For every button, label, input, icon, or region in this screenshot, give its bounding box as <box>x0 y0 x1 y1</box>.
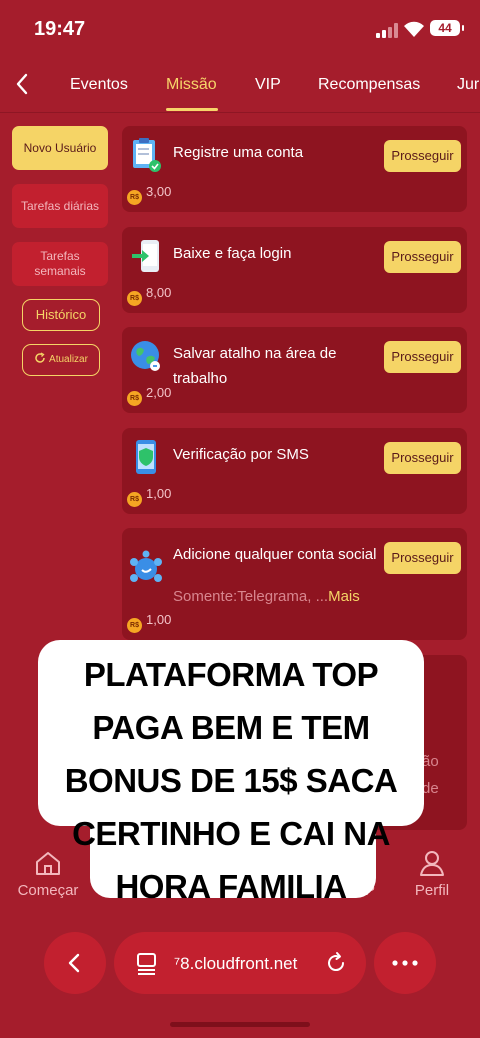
partial-card-text: de <box>422 780 439 797</box>
reward-value: 1,00 <box>146 486 172 501</box>
reward-value: 1,00 <box>146 612 172 627</box>
prosseguir-button[interactable]: Prosseguir <box>384 241 461 273</box>
url-text: ⁷8.cloudfront.net <box>174 954 298 973</box>
coin-icon: R$ <box>127 391 142 406</box>
tab-juros[interactable]: Jur <box>457 76 479 94</box>
more-dots-icon <box>392 960 418 966</box>
coin-icon: R$ <box>127 291 142 306</box>
task-subtitle-text: Somente:Telegrama, ... <box>173 588 329 605</box>
task-title: Baixe e faça login <box>173 245 292 262</box>
back-arrow-icon[interactable] <box>10 70 34 98</box>
prosseguir-button[interactable]: Prosseguir <box>384 140 461 172</box>
historico-button[interactable]: Histórico <box>22 299 100 331</box>
browser-more-button[interactable] <box>374 932 436 994</box>
reward-value: 3,00 <box>146 184 172 199</box>
browser-back-button[interactable] <box>44 932 106 994</box>
reload-icon[interactable] <box>324 951 348 975</box>
atualizar-button[interactable]: Atualizar <box>22 344 100 376</box>
phone-download-icon <box>132 240 159 272</box>
task-reward: R$ 1,00 <box>127 612 171 633</box>
prosseguir-button[interactable]: Prosseguir <box>384 341 461 373</box>
task-card: Baixe e faça login Prosseguir R$ 8,00 <box>122 227 467 313</box>
task-title: Registre uma conta <box>173 144 304 161</box>
refresh-icon <box>35 352 45 363</box>
task-reward: R$ 1,00 <box>127 486 171 507</box>
task-card: Registre uma conta Prosseguir R$ 3,00 <box>122 126 467 212</box>
task-title: Adicione qualquer conta social <box>173 546 377 563</box>
status-bar: 19:47 44 <box>0 0 480 58</box>
partial-card-text: ão <box>422 753 439 770</box>
status-time: 19:47 <box>34 18 86 40</box>
prosseguir-button[interactable]: Prosseguir <box>384 542 461 574</box>
globe-link-icon <box>131 341 160 371</box>
social-network-icon <box>130 550 162 582</box>
tab-missao[interactable]: Missão <box>166 76 217 94</box>
home-indicator <box>170 1022 310 1027</box>
reward-value: 2,00 <box>146 385 172 400</box>
task-card: Verificação por SMS Prosseguir R$ 1,00 <box>122 428 467 514</box>
battery-icon: 44 <box>430 20 464 36</box>
sidebar-tarefas-diarias[interactable]: Tarefas diárias <box>12 184 108 228</box>
task-title: Salvar atalho na área de trabalho <box>173 345 337 387</box>
page-menu-icon <box>137 953 156 975</box>
task-subtitle: Somente:Telegrama, ...Mais <box>173 588 360 605</box>
task-title: Verificação por SMS <box>173 446 309 463</box>
tab-recompensas[interactable]: Recompensas <box>318 76 420 94</box>
tab-vip[interactable]: VIP <box>255 76 281 94</box>
sidebar-semanais-line2: semanais <box>34 264 86 278</box>
task-card: Adicione qualquer conta social Somente:T… <box>122 528 467 640</box>
mais-link[interactable]: Mais <box>328 588 360 605</box>
clipboard-check-icon <box>133 138 161 172</box>
browser-url-bar[interactable]: ⁷8.cloudfront.net <box>114 932 366 994</box>
tab-bar: Eventos Missão VIP Recompensas Jur <box>0 58 480 113</box>
cellular-signal-icon <box>376 22 398 38</box>
chevron-left-icon <box>68 953 80 973</box>
atualizar-label: Atualizar <box>49 354 88 365</box>
coin-icon: R$ <box>127 190 142 205</box>
task-card: Salvar atalho na área de trabalho Prosse… <box>122 327 467 413</box>
phone-shield-icon <box>136 440 156 474</box>
tab-eventos[interactable]: Eventos <box>70 76 128 94</box>
wifi-icon <box>404 21 424 37</box>
coin-icon: R$ <box>127 492 142 507</box>
task-reward: R$ 2,00 <box>127 385 171 406</box>
coin-icon: R$ <box>127 618 142 633</box>
sidebar-tarefas-semanais[interactable]: Tarefas semanais <box>12 242 108 286</box>
reward-value: 8,00 <box>146 285 172 300</box>
active-tab-indicator <box>166 108 218 111</box>
task-reward: R$ 8,00 <box>127 285 171 306</box>
prosseguir-button[interactable]: Prosseguir <box>384 442 461 474</box>
sidebar-novo-usuario[interactable]: Novo Usuário <box>12 126 108 170</box>
sidebar-semanais-line1: Tarefas <box>40 249 80 263</box>
overlay-caption: PLATAFORMA TOP PAGA BEM E TEM BONUS DE 1… <box>64 656 398 905</box>
task-reward: R$ 3,00 <box>127 184 171 205</box>
